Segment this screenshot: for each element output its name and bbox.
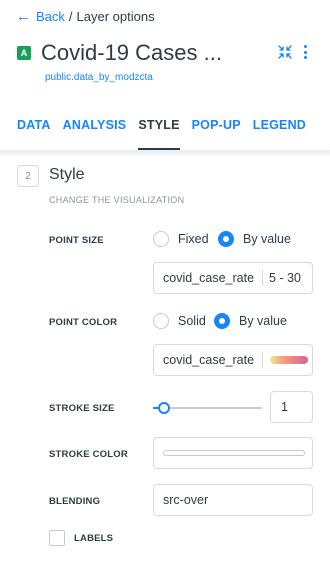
section-subtitle: CHANGE THE VISUALIZATION [49, 195, 185, 205]
radio-label: By value [243, 232, 291, 246]
point-size-by-value-radio[interactable]: By value [218, 231, 291, 247]
point-color-by-value-radio[interactable]: By value [214, 313, 287, 329]
labels-checkbox-label: LABELS [74, 533, 114, 544]
point-color-solid-radio[interactable]: Solid [153, 313, 206, 329]
arrow-left-icon[interactable]: ← [16, 9, 31, 24]
radio-circle-selected [214, 313, 230, 329]
tab-analysis[interactable]: ANALYSIS [63, 118, 127, 150]
point-size-column-select[interactable]: covid_case_rate 5 - 30 [153, 262, 313, 294]
radio-circle [153, 231, 169, 247]
tab-data[interactable]: DATA [17, 118, 51, 150]
layer-title-row: A Covid-19 Cases ... [17, 38, 317, 68]
stroke-color-swatch [163, 450, 305, 456]
layer-header: ← Back / Layer options A Covid-19 Cases … [0, 0, 330, 150]
radio-label: Fixed [178, 232, 209, 246]
point-color-column-select[interactable]: covid_case_rate [153, 344, 313, 376]
size-range: 5 - 30 [269, 271, 301, 285]
header-tools [277, 44, 307, 60]
color-ramp-swatch[interactable] [270, 356, 309, 364]
stroke-size-slider-thumb[interactable] [158, 402, 170, 414]
point-color-label: POINT COLOR [49, 317, 118, 328]
stroke-color-picker[interactable] [153, 437, 313, 469]
source-name[interactable]: public.data_by_modzcta [45, 72, 153, 83]
section-number: 2 [17, 165, 39, 187]
breadcrumb: ← Back / Layer options [16, 9, 155, 24]
breadcrumb-current: Layer options [76, 9, 155, 24]
back-link[interactable]: Back [36, 9, 65, 24]
radio-circle-selected [218, 231, 234, 247]
column-name: covid_case_rate [163, 353, 255, 367]
point-size-fixed-radio[interactable]: Fixed [153, 231, 209, 247]
labels-checkbox[interactable] [49, 530, 65, 546]
stroke-color-label: STROKE COLOR [49, 449, 128, 460]
tab-popup[interactable]: POP-UP [192, 118, 241, 150]
radio-label: Solid [178, 314, 206, 328]
stroke-size-input[interactable]: 1 [270, 391, 313, 423]
divider [262, 352, 264, 368]
blending-label: BLENDING [49, 496, 101, 507]
blending-select[interactable]: src-over [153, 484, 313, 516]
breadcrumb-separator: / [68, 9, 73, 24]
stroke-size-label: STROKE SIZE [49, 403, 115, 414]
collapse-arrows-icon[interactable] [277, 44, 293, 60]
tab-legend[interactable]: LEGEND [253, 118, 306, 150]
tab-style[interactable]: STYLE [138, 118, 180, 150]
tab-bar: DATA ANALYSIS STYLE POP-UP LEGEND [17, 118, 318, 150]
radio-label: By value [239, 314, 287, 328]
vertical-dots-icon[interactable] [303, 45, 307, 59]
column-name: covid_case_rate [163, 271, 255, 285]
layer-badge: A [17, 46, 31, 60]
stroke-size-slider-track[interactable] [158, 407, 262, 409]
radio-circle [153, 313, 169, 329]
divider [262, 270, 264, 286]
section-title: Style [49, 166, 85, 183]
header-shadow [0, 150, 330, 158]
layer-title[interactable]: Covid-19 Cases ... [41, 40, 222, 66]
point-size-label: POINT SIZE [49, 235, 104, 246]
